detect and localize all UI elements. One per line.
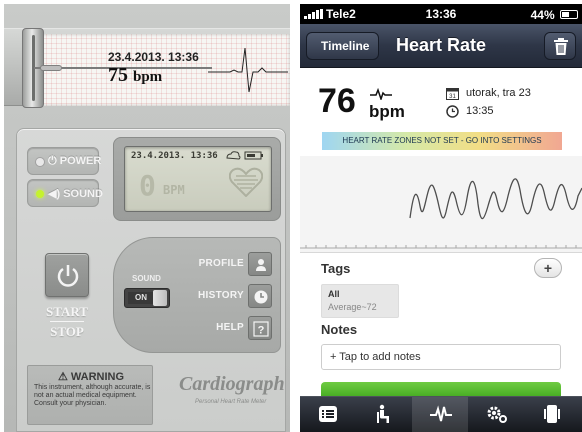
tab-list[interactable] (300, 397, 356, 432)
trash-icon (554, 38, 568, 55)
reading-time: 13:35 (466, 105, 494, 117)
brand-tagline: Personal Heart Rate Meter (195, 399, 267, 405)
battery-percent: 44% (530, 7, 555, 22)
lcd-display: 23.4.2013. 13:36 0 BPM (124, 146, 272, 212)
brand-logo: Cardiograph (179, 373, 285, 395)
question-icon: ? (253, 321, 269, 337)
person-icon (256, 259, 266, 271)
reading-date: utorak, tra 23 (466, 87, 531, 99)
bpm-unit: bpm (369, 102, 405, 121)
warning-title: ⚠ WARNING (57, 371, 125, 383)
paper-date-label: 23.4.2013. 13:36 (108, 50, 199, 64)
divider (300, 252, 582, 253)
tag-item[interactable]: All Average~72 (321, 284, 399, 318)
tag-name: All (328, 289, 340, 299)
sound-led-icon (36, 190, 44, 198)
sound-switch-label: SOUND (132, 274, 161, 283)
phone-icon (544, 405, 560, 423)
heart-rate-app: Tele2 13:36 44% Timeline Heart Rate 76 b… (300, 4, 582, 432)
sound-switch-state: ON (128, 292, 154, 304)
tags-heading: Tags (321, 261, 351, 276)
seated-person-icon (377, 404, 389, 423)
heart-rate-graph (300, 156, 582, 252)
power-toggle-button[interactable]: ⏻ POWER (27, 147, 102, 175)
power-icon (57, 265, 79, 287)
heart-rate-zones-banner[interactable]: HEART RATE ZONES NOT SET - GO INTO SETTI… (322, 132, 562, 150)
cardiograph-app: 23.4.2013. 13:36 75 bpm ⏻ POWER ◀) SOUND… (4, 4, 290, 432)
lcd-date: 23.4.2013. 13:36 (131, 151, 218, 161)
battery-icon (560, 10, 578, 20)
tab-bar (300, 396, 582, 432)
tab-device[interactable] (524, 397, 580, 432)
power-led-icon (36, 158, 44, 166)
delete-button[interactable] (544, 32, 576, 60)
start-label: START (46, 304, 88, 319)
list-icon (319, 406, 337, 422)
add-tag-button[interactable]: + (534, 258, 562, 278)
svg-text:?: ? (258, 325, 265, 337)
paper-bpm-unit: bpm (133, 69, 163, 85)
settings-icon (487, 406, 507, 423)
start-stop-button[interactable] (45, 253, 89, 297)
tab-activity[interactable] (356, 397, 412, 432)
heartbeat-icon (430, 405, 452, 422)
help-label: HELP (216, 322, 244, 333)
history-label: HISTORY (198, 290, 244, 301)
tab-settings[interactable] (468, 397, 524, 432)
tab-heart-rate[interactable] (412, 397, 468, 432)
device-control-panel: ⏻ POWER ◀) SOUND 23.4.2013. 13:36 0 BPM (16, 128, 286, 432)
clock-icon (254, 290, 268, 304)
lcd-bpm-unit: BPM (163, 183, 185, 197)
switch-knob (153, 290, 167, 306)
page-title: Heart Rate (395, 35, 487, 55)
heartbeat-icon (370, 88, 392, 100)
notes-input[interactable]: + Tap to add notes (321, 344, 561, 370)
lcd-bezel: 23.4.2013. 13:36 0 BPM (113, 137, 281, 221)
calendar-icon: 31 (446, 88, 459, 100)
sound-switch[interactable]: ON (124, 288, 170, 308)
warning-box: ⚠ WARNING This instrument, although accu… (27, 365, 153, 425)
history-button[interactable] (248, 284, 272, 308)
control-block: SOUND ON PROFILE HISTORY HELP ? (113, 237, 281, 353)
start-stop-label: START STOP (41, 303, 93, 340)
bpm-value: 76 (318, 82, 356, 120)
lcd-status-icons (226, 151, 263, 160)
heart-rate-waveform (300, 178, 582, 249)
lcd-bpm-digits: 0 (139, 169, 156, 202)
stop-label: STOP (50, 324, 84, 339)
help-button[interactable]: ? (248, 316, 272, 340)
ecg-trace (208, 47, 288, 93)
status-bar: Tele2 13:36 44% (300, 4, 582, 24)
notes-heading: Notes (321, 322, 358, 337)
profile-label: PROFILE (198, 258, 244, 269)
navigation-bar: Timeline Heart Rate (300, 24, 582, 68)
clock-icon (446, 105, 459, 118)
tag-average: Average~72 (328, 302, 377, 312)
paper-bpm-value: 75 (108, 64, 128, 86)
heart-icon (229, 167, 263, 197)
paper-bpm-reading: 75 bpm (108, 64, 162, 87)
profile-button[interactable] (248, 252, 272, 276)
sound-label: SOUND (63, 188, 103, 200)
sound-toggle-button[interactable]: ◀) SOUND (27, 179, 103, 207)
warning-text: This instrument, although accurate, is n… (34, 384, 151, 407)
svg-text:31: 31 (449, 94, 456, 100)
power-label: POWER (59, 155, 102, 167)
